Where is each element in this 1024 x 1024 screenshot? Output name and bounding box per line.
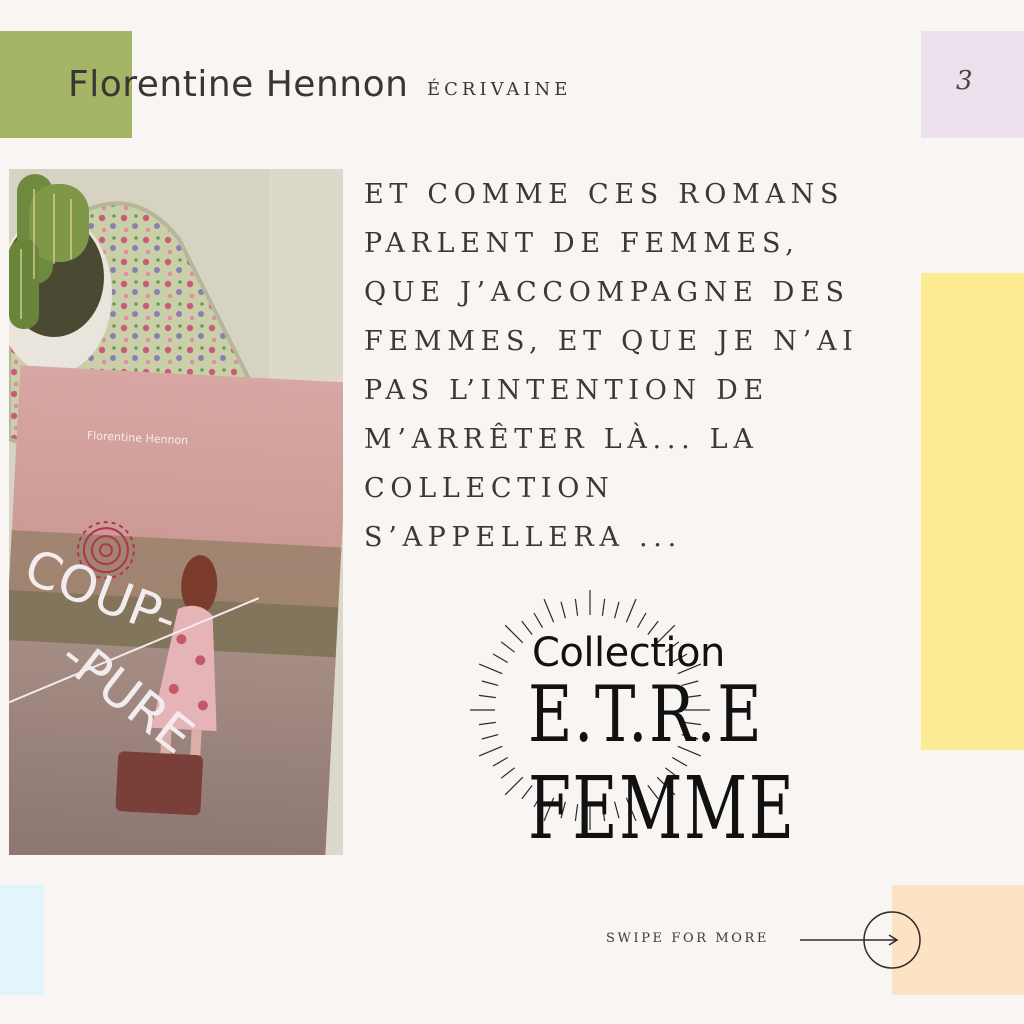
cyan-accent-block <box>0 885 44 995</box>
main-text-line: M’ARRÊTER LÀ... LA <box>364 424 759 455</box>
yellow-accent-block <box>921 273 1024 750</box>
swipe-for-more-label: SWIPE FOR MORE <box>606 931 770 946</box>
main-text-line: QUE J’ACCOMPAGNE DES <box>364 277 850 308</box>
main-text: ET COMME CES ROMANS PARLENT DE FEMMES, Q… <box>364 170 904 562</box>
author-name: Florentine Hennon <box>68 64 409 105</box>
collection-logo: Collection E.T.R.E FEMME <box>470 590 794 860</box>
book-photo: Florentine Hennon COUP- -PURE <box>9 169 343 855</box>
main-text-line: PAS L’INTENTION DE <box>364 375 769 406</box>
arrow-right-circle-icon[interactable] <box>798 910 924 972</box>
main-text-line: PARLENT DE FEMMES, <box>364 228 800 259</box>
main-text-line: S’APPELLERA ... <box>364 522 682 553</box>
main-text-line: COLLECTION <box>364 473 615 504</box>
main-text-line: FEMMES, ET QUE JE N’AI <box>364 326 859 357</box>
logo-femme-text: FEMME <box>528 759 796 859</box>
author-role: ÉCRIVAINE <box>427 79 572 100</box>
logo-etre-text: E.T.R.E <box>528 670 764 760</box>
main-text-line: ET COMME CES ROMANS <box>364 179 845 210</box>
page-number: 3 <box>956 66 973 96</box>
